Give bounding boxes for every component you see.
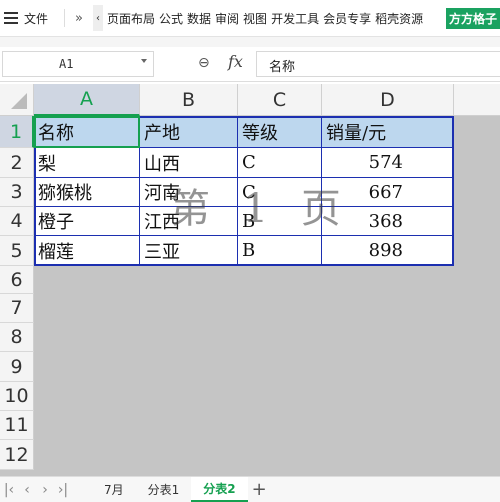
row-header-11[interactable]: 11	[0, 411, 34, 440]
tab-member[interactable]: 会员专享	[323, 10, 371, 27]
formula-input[interactable]: 名称	[256, 51, 500, 77]
more-tabs-icon[interactable]: »	[75, 11, 83, 26]
row-header-6[interactable]: 6	[0, 266, 34, 294]
first-sheet-icon[interactable]: |‹	[0, 482, 18, 498]
row-header-3[interactable]: 3	[0, 178, 34, 207]
row-header-2[interactable]: 2	[0, 148, 34, 178]
tab-docer[interactable]: 稻壳资源	[375, 10, 423, 27]
ribbon: 文件 » ‹ 页面布局 公式 数据 审阅 视图 开发工具 会员专享 稻壳资源 方…	[0, 0, 500, 37]
row-header-7[interactable]: 7	[0, 294, 34, 323]
formula-value: 名称	[269, 60, 296, 75]
cell-a3[interactable]: 猕猴桃	[34, 178, 140, 207]
name-box-value: A1	[59, 57, 74, 71]
row-header-5[interactable]: 5	[0, 236, 34, 266]
row-header-10[interactable]: 10	[0, 382, 34, 411]
add-sheet-icon[interactable]: +	[252, 479, 267, 500]
file-menu[interactable]: 文件	[24, 10, 48, 27]
row-header-8[interactable]: 8	[0, 323, 34, 352]
scroll-left-icon[interactable]: ‹	[92, 5, 103, 31]
chevron-down-icon[interactable]	[141, 59, 147, 63]
cell-d1[interactable]: 销量/元	[322, 116, 454, 148]
menu-icon[interactable]	[4, 12, 18, 24]
row-header-9[interactable]: 9	[0, 352, 34, 382]
next-sheet-icon[interactable]: ›	[36, 482, 54, 498]
cell-c2[interactable]: C	[238, 148, 322, 178]
cell-d2[interactable]: 574	[322, 148, 454, 178]
ribbon-divider	[64, 9, 66, 27]
prev-sheet-icon[interactable]: ‹	[18, 482, 36, 498]
cell-a5[interactable]: 榴莲	[34, 236, 140, 266]
row-header-1[interactable]: 1	[0, 116, 34, 148]
sheet-grid[interactable]: A B C D 1 2 3 4 5 6 7 8 9 10 11 12 名称 产地…	[0, 84, 500, 476]
tab-developer[interactable]: 开发工具	[271, 10, 319, 27]
column-header-c[interactable]: C	[238, 84, 322, 116]
column-header-b[interactable]: B	[140, 84, 238, 116]
tab-review[interactable]: 审阅	[215, 10, 239, 27]
sheet-tab-sub2[interactable]: 分表2	[191, 477, 248, 502]
active-cell-outline	[34, 116, 140, 148]
ribbon-tabs: 页面布局 公式 数据 审阅 视图 开发工具 会员专享 稻壳资源	[103, 10, 423, 27]
cell-b2[interactable]: 山西	[140, 148, 238, 178]
name-box[interactable]: A1	[2, 51, 154, 77]
cell-b5[interactable]: 三亚	[140, 236, 238, 266]
tab-view[interactable]: 视图	[243, 10, 267, 27]
column-header-e[interactable]	[454, 84, 500, 116]
row-header-12[interactable]: 12	[0, 440, 34, 470]
toolbar-gap	[0, 37, 500, 47]
tab-page-layout[interactable]: 页面布局	[107, 10, 155, 27]
cell-c1[interactable]: 等级	[238, 116, 322, 148]
sheet-tab-bar: |‹ ‹ › ›| 7月 分表1 分表2 +	[0, 476, 500, 502]
page-watermark: 第 1 页	[170, 186, 351, 232]
cell-a4[interactable]: 橙子	[34, 207, 140, 236]
column-header-a[interactable]: A	[34, 84, 140, 116]
last-sheet-icon[interactable]: ›|	[54, 482, 72, 498]
sheet-tab-sub1[interactable]: 分表1	[136, 477, 192, 502]
row-header-4[interactable]: 4	[0, 207, 34, 236]
cell-a2[interactable]: 梨	[34, 148, 140, 178]
cell-c5[interactable]: B	[238, 236, 322, 266]
formula-bar: A1 ⊖ fx 名称	[0, 47, 500, 82]
zoom-search-icon[interactable]: ⊖	[198, 55, 210, 71]
column-header-d[interactable]: D	[322, 84, 454, 116]
fx-icon[interactable]: fx	[228, 52, 243, 71]
select-all-corner[interactable]	[0, 84, 34, 116]
sheet-tab-july[interactable]: 7月	[92, 477, 136, 502]
tab-formulas[interactable]: 公式	[159, 10, 183, 27]
tab-data[interactable]: 数据	[187, 10, 211, 27]
cell-b1[interactable]: 产地	[140, 116, 238, 148]
tab-ffcell-brand[interactable]: 方方格子	[445, 8, 500, 29]
cell-d5[interactable]: 898	[322, 236, 454, 266]
